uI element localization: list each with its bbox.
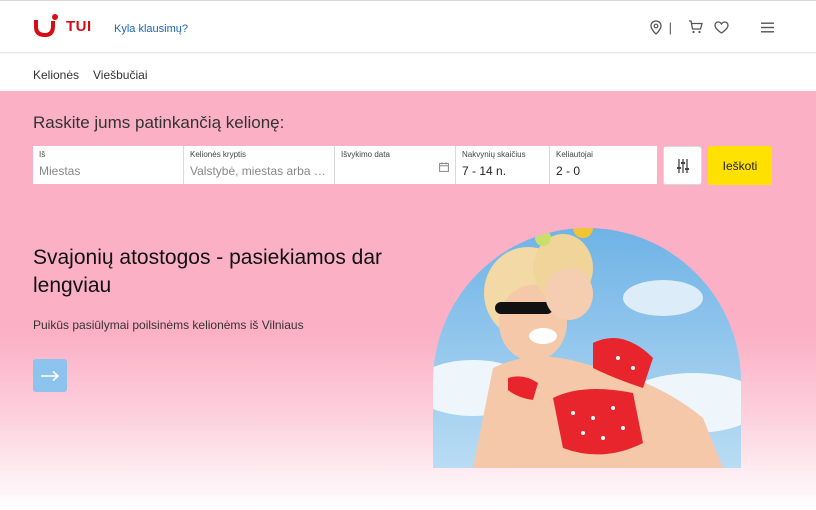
nights-value: 7 - 14 n. xyxy=(462,164,507,178)
from-input[interactable] xyxy=(39,164,179,178)
arrow-right-icon xyxy=(41,370,60,381)
travelers-value: 2 - 0 xyxy=(556,164,581,178)
nav-item-viesbuciai[interactable]: Viešbučiai xyxy=(93,68,147,82)
location-icon[interactable] xyxy=(647,18,665,36)
from-field[interactable]: Iš xyxy=(33,146,184,184)
destination-field[interactable]: Kelionės kryptis xyxy=(184,146,335,184)
tui-logo[interactable]: TUI xyxy=(32,13,92,39)
nights-field[interactable]: Nakvynių skaičius 7 - 14 n. xyxy=(456,146,550,184)
header-separator: | xyxy=(668,19,672,35)
destination-input[interactable] xyxy=(190,164,330,178)
departure-date-label: Išvykimo data xyxy=(341,150,390,159)
from-label: Iš xyxy=(39,150,46,159)
search-button[interactable]: Ieškoti xyxy=(708,146,772,185)
filters-icon xyxy=(676,158,689,173)
help-link[interactable]: Kyla klausimų? xyxy=(114,23,188,35)
hero-section: Raskite jums patinkančią kelionę: Iš Kel… xyxy=(0,91,816,510)
promo-photo xyxy=(433,228,741,468)
menu-icon[interactable] xyxy=(758,18,776,36)
logo-text: TUI xyxy=(66,17,92,35)
promo-subtitle: Puikūs pasiūlymai poilsinėms kelionėms i… xyxy=(33,318,304,332)
promo-title: Svajonių atostogos - pasiekiamos dar len… xyxy=(33,246,383,297)
destination-label: Kelionės kryptis xyxy=(190,150,247,159)
filters-button[interactable] xyxy=(663,146,702,185)
promo-arrow-button[interactable] xyxy=(33,359,67,392)
travelers-label: Keliautojai xyxy=(556,150,593,159)
main-nav: Kelionės Viešbučiai xyxy=(0,54,816,91)
nav-item-keliones[interactable]: Kelionės xyxy=(33,68,79,82)
travelers-field[interactable]: Keliautojai 2 - 0 xyxy=(550,146,657,184)
nights-label: Nakvynių skaičius xyxy=(462,150,526,159)
tui-smile-icon xyxy=(34,14,58,37)
heart-icon[interactable] xyxy=(712,18,730,36)
top-header: TUI Kyla klausimų? | xyxy=(0,0,816,53)
search-title: Raskite jums patinkančią kelionę: xyxy=(33,113,285,132)
header-icons: | xyxy=(647,18,776,36)
cart-icon[interactable] xyxy=(686,18,704,36)
calendar-icon[interactable] xyxy=(439,159,449,177)
departure-date-field[interactable]: Išvykimo data xyxy=(335,146,456,184)
